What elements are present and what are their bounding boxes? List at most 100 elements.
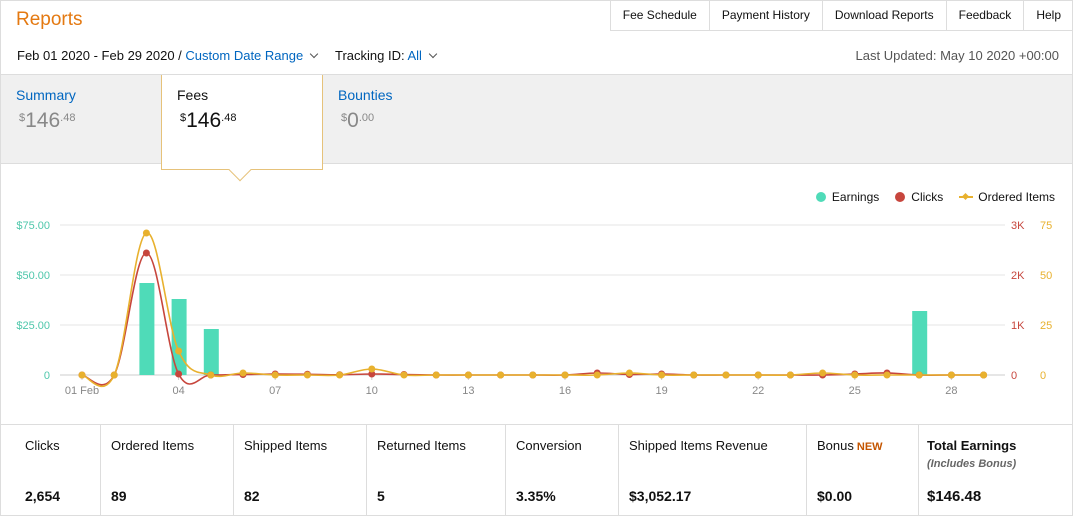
stat-total-earnings: Total Earnings (Includes Bonus) $146.48 (919, 425, 1072, 516)
ordered-items-point (303, 371, 311, 379)
stat-value: 5 (377, 488, 385, 504)
last-updated: Last Updated: May 10 2020 +00:00 (855, 48, 1059, 63)
stat-label: Clicks (25, 438, 60, 453)
y-right1-tick-label: 3K (1011, 220, 1025, 232)
clicks-point (142, 249, 150, 257)
ordered-items-point (142, 229, 150, 237)
stat-value: 89 (111, 488, 127, 504)
earnings-dot-icon (815, 192, 826, 202)
stat-returned-items: Returned Items 5 (367, 425, 506, 516)
ordered-items-point (593, 371, 601, 379)
custom-date-range-dropdown[interactable]: Custom Date Range (185, 48, 321, 63)
y-left-tick-label: $75.00 (16, 220, 50, 232)
tab-bounties-amount: $0.00 (341, 109, 375, 132)
tracking-id-value: All (407, 48, 422, 63)
ordered-items-point (915, 371, 923, 379)
ordered-items-point (271, 371, 279, 379)
new-badge: NEW (856, 441, 883, 453)
stat-label: Conversion (516, 438, 582, 453)
stat-clicks: Clicks 2,654 (1, 425, 101, 516)
y-right1-tick-label: 2K (1011, 270, 1025, 282)
ordered-items-point (690, 371, 698, 379)
y-right2-tick-label: 75 (1040, 220, 1052, 232)
tracking-id-dropdown[interactable]: All (408, 48, 440, 63)
ordered-items-point (239, 369, 247, 377)
stat-value: 3.35% (516, 488, 556, 504)
ordered-items-point (980, 371, 988, 379)
ordered-items-point (529, 371, 537, 379)
ordered-items-point (432, 371, 440, 379)
x-tick-label: 16 (559, 385, 571, 397)
y-right1-tick-label: 1K (1011, 320, 1025, 332)
earnings-chart: 0 $25.00 $50.00 $75.00 0 1K 2K 3K 0 25 50 75 01 Feb 0… (16, 220, 1052, 397)
custom-date-range-label: Custom Date Range (185, 48, 304, 63)
stat-value: 82 (244, 488, 260, 504)
stat-label: Total Earnings (927, 438, 1017, 453)
ordered-items-point (561, 371, 569, 379)
tab-bounties[interactable]: Bounties $0.00 (323, 75, 483, 163)
x-tick-label: 22 (752, 385, 764, 397)
ordered-items-point (658, 371, 666, 379)
fee-schedule-link[interactable]: Fee Schedule (611, 0, 710, 30)
chart-legend: Earnings Clicks Ordered Items (800, 190, 1055, 204)
top-nav: Fee Schedule Payment History Download Re… (609, 0, 1073, 31)
y-right2-tick-label: 50 (1040, 270, 1052, 282)
stat-label: Shipped Items (244, 438, 328, 453)
ordered-line-icon (959, 192, 974, 202)
tracking-id-label: Tracking ID: (335, 48, 405, 63)
ordered-items-point (497, 371, 505, 379)
stat-sub-label: (Includes Bonus) (927, 458, 1017, 470)
y-left-tick-label: $50.00 (16, 270, 50, 282)
tab-summary-amount: $146.48 (19, 109, 76, 132)
stat-conversion: Conversion 3.35% (506, 425, 619, 516)
y-left-tick-label: $25.00 (16, 320, 50, 332)
tab-fees-amount: $146.48 (180, 109, 237, 132)
tab-summary[interactable]: Summary $146.48 (1, 75, 161, 163)
payment-history-link[interactable]: Payment History (710, 0, 823, 30)
ordered-items-point (883, 371, 891, 379)
ordered-items-point (207, 371, 215, 379)
page-title: Reports (16, 9, 83, 30)
ordered-items-point (110, 371, 118, 379)
earnings-bar (203, 329, 219, 375)
stat-label: Shipped Items Revenue (629, 438, 768, 453)
x-tick-label: 07 (269, 385, 281, 397)
y-right1-tick-label: 0 (1011, 370, 1017, 382)
x-tick-label: 28 (945, 385, 957, 397)
help-link[interactable]: Help (1024, 0, 1073, 30)
y-left-tick-label: 0 (44, 370, 50, 382)
report-tabs: Summary $146.48 Fees $146.48 Bounties $0… (1, 74, 1072, 182)
y-right2-tick-label: 25 (1040, 320, 1052, 332)
x-tick-label: 04 (172, 385, 184, 397)
ordered-items-point (625, 369, 633, 377)
ordered-items-point (175, 347, 183, 355)
download-reports-link[interactable]: Download Reports (823, 0, 947, 30)
tab-fees-label: Fees (177, 87, 209, 103)
feedback-link[interactable]: Feedback (947, 0, 1025, 30)
x-tick-label: 13 (462, 385, 474, 397)
earnings-bar (912, 311, 928, 375)
ordered-items-point (400, 371, 408, 379)
ordered-items-point (336, 371, 344, 379)
x-tick-label: 01 Feb (65, 385, 99, 397)
legend-ordered-items[interactable]: Ordered Items (959, 190, 1055, 204)
date-range-text: Feb 01 2020 - Feb 29 2020 / (17, 48, 182, 63)
ordered-items-point (851, 371, 859, 379)
x-tick-label: 25 (849, 385, 861, 397)
stat-label: Bonus NEW (817, 438, 883, 453)
tab-summary-label: Summary (16, 87, 76, 103)
stat-label: Returned Items (377, 438, 466, 453)
y-right2-tick-label: 0 (1040, 370, 1046, 382)
stat-value: 2,654 (25, 488, 61, 504)
earnings-bar (139, 283, 155, 375)
tracking-id-filter: Tracking ID: All (335, 48, 440, 63)
stat-shipped-items: Shipped Items 82 (234, 425, 367, 516)
stat-bonus: Bonus NEW $0.00 (807, 425, 919, 516)
legend-earnings[interactable]: Earnings (815, 190, 879, 204)
ordered-items-point (754, 371, 762, 379)
tab-fees[interactable]: Fees $146.48 (161, 75, 323, 182)
x-tick-label: 19 (655, 385, 667, 397)
legend-clicks[interactable]: Clicks (895, 190, 943, 204)
stats-row: Clicks 2,654 Ordered Items 89 Shipped It… (1, 424, 1072, 516)
stat-value: $146.48 (927, 488, 982, 505)
